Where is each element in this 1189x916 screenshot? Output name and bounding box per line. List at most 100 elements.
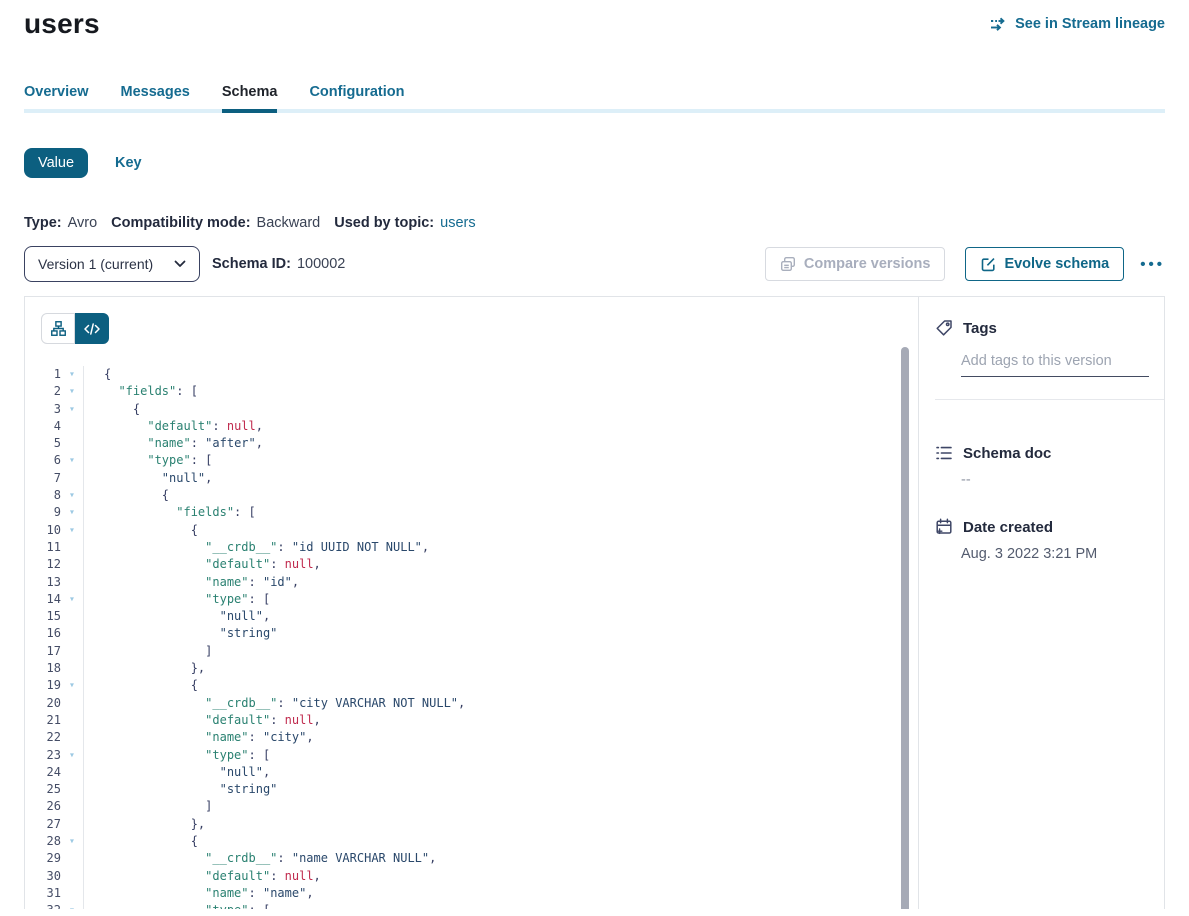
fold-spacer (61, 643, 83, 660)
code-text: { (104, 401, 140, 418)
code-token (104, 453, 147, 467)
code-token: "default" (205, 713, 270, 727)
see-in-stream-lineage-link[interactable]: See in Stream lineage (990, 16, 1165, 32)
add-tags-input[interactable] (961, 351, 1149, 377)
fold-toggle-icon[interactable]: ▼ (61, 591, 83, 608)
code-scrollbar[interactable] (901, 347, 909, 909)
line-number: 17 (25, 643, 61, 660)
code-token: : (277, 696, 291, 710)
version-select[interactable]: Version 1 (current) (24, 246, 200, 282)
code-token: "type" (205, 592, 248, 606)
line-number: 8 (25, 487, 61, 504)
type-value: Avro (68, 215, 98, 231)
code-token: "__crdb__" (205, 851, 277, 865)
code-text: "name": "after", (104, 435, 263, 452)
tree-view-button[interactable] (41, 313, 75, 344)
line-number: 23 (25, 747, 61, 764)
code-text: "__crdb__": "city VARCHAR NOT NULL", (104, 695, 465, 712)
line-number: 12 (25, 556, 61, 573)
fold-spacer (61, 781, 83, 798)
code-token: : [ (176, 384, 198, 398)
compatibility-mode-value: Backward (257, 215, 321, 231)
code-line: 30 "default": null, (25, 868, 918, 885)
compare-versions-button[interactable]: Compare versions (765, 247, 946, 281)
code-token (104, 903, 205, 909)
compatibility-mode-label: Compatibility mode: (111, 215, 250, 231)
more-options-icon[interactable]: ••• (1140, 256, 1165, 273)
value-toggle-button[interactable]: Value (24, 148, 88, 178)
tag-icon (935, 319, 953, 337)
evolve-schema-button[interactable]: Evolve schema (965, 247, 1124, 281)
code-text: ] (104, 643, 212, 660)
code-token: , (292, 575, 299, 589)
code-token: , (314, 869, 321, 883)
tab-messages[interactable]: Messages (121, 84, 190, 100)
fold-toggle-icon[interactable]: ▼ (61, 452, 83, 469)
key-toggle-link[interactable]: Key (115, 155, 142, 171)
code-token: "default" (147, 419, 212, 433)
fold-spacer (61, 868, 83, 885)
code-line: 4 "default": null, (25, 418, 918, 435)
code-token: null (227, 419, 256, 433)
fold-toggle-icon[interactable]: ▼ (61, 366, 83, 383)
code-text: "name": "city", (104, 729, 314, 746)
line-number: 19 (25, 677, 61, 694)
code-text: }, (104, 660, 205, 677)
code-token: { (104, 523, 198, 537)
code-token (104, 471, 162, 485)
code-text: ] (104, 798, 212, 815)
code-line: 10▼ { (25, 522, 918, 539)
code-token (104, 748, 205, 762)
tab-configuration[interactable]: Configuration (309, 84, 404, 100)
fold-toggle-icon[interactable]: ▼ (61, 833, 83, 850)
code-line: 12 "default": null, (25, 556, 918, 573)
code-token: null (285, 869, 314, 883)
code-text: { (104, 366, 111, 383)
used-by-topic-link[interactable]: users (440, 215, 475, 231)
fold-spacer (61, 712, 83, 729)
fold-toggle-icon[interactable]: ▼ (61, 902, 83, 909)
code-token: "type" (147, 453, 190, 467)
code-line: 8▼ { (25, 487, 918, 504)
code-token: "name" (205, 575, 248, 589)
code-token: "__crdb__" (205, 540, 277, 554)
date-created-section: Date created Aug. 3 2022 3:21 PM (935, 518, 1164, 562)
date-created-title: Date created (963, 519, 1053, 536)
code-token: , (422, 540, 429, 554)
code-token: "after" (205, 436, 256, 450)
code-token: "string" (220, 626, 278, 640)
fold-toggle-icon[interactable]: ▼ (61, 401, 83, 418)
line-number: 6 (25, 452, 61, 469)
code-token: }, (104, 817, 205, 831)
code-view-button[interactable] (75, 313, 109, 344)
code-view-toggle (41, 313, 109, 344)
line-number: 18 (25, 660, 61, 677)
code-token: { (104, 678, 198, 692)
schema-id-label: Schema ID: (212, 256, 291, 272)
fold-toggle-icon[interactable]: ▼ (61, 522, 83, 539)
fold-toggle-icon[interactable]: ▼ (61, 747, 83, 764)
schema-doc-section: Schema doc -- (935, 444, 1164, 488)
line-number: 26 (25, 798, 61, 815)
line-number: 16 (25, 625, 61, 642)
schema-panel: 1▼{2▼ "fields": [3▼ {4 "default": null,5… (24, 296, 1165, 909)
code-token: : (270, 869, 284, 883)
code-line: 5 "name": "after", (25, 435, 918, 452)
tree-view-icon (51, 321, 66, 336)
compare-versions-icon (780, 256, 796, 272)
code-text: { (104, 833, 198, 850)
tab-overview[interactable]: Overview (24, 84, 89, 100)
tab-schema[interactable]: Schema (222, 84, 278, 100)
fold-toggle-icon[interactable]: ▼ (61, 677, 83, 694)
see-in-stream-lineage-label: See in Stream lineage (1015, 16, 1165, 32)
fold-toggle-icon[interactable]: ▼ (61, 504, 83, 521)
code-token (104, 782, 220, 796)
code-line: 31 "name": "name", (25, 885, 918, 902)
fold-toggle-icon[interactable]: ▼ (61, 383, 83, 400)
code-token (104, 851, 205, 865)
code-token: : (191, 436, 205, 450)
fold-toggle-icon[interactable]: ▼ (61, 487, 83, 504)
code-line: 15 "null", (25, 608, 918, 625)
code-text: { (104, 677, 198, 694)
line-number: 4 (25, 418, 61, 435)
